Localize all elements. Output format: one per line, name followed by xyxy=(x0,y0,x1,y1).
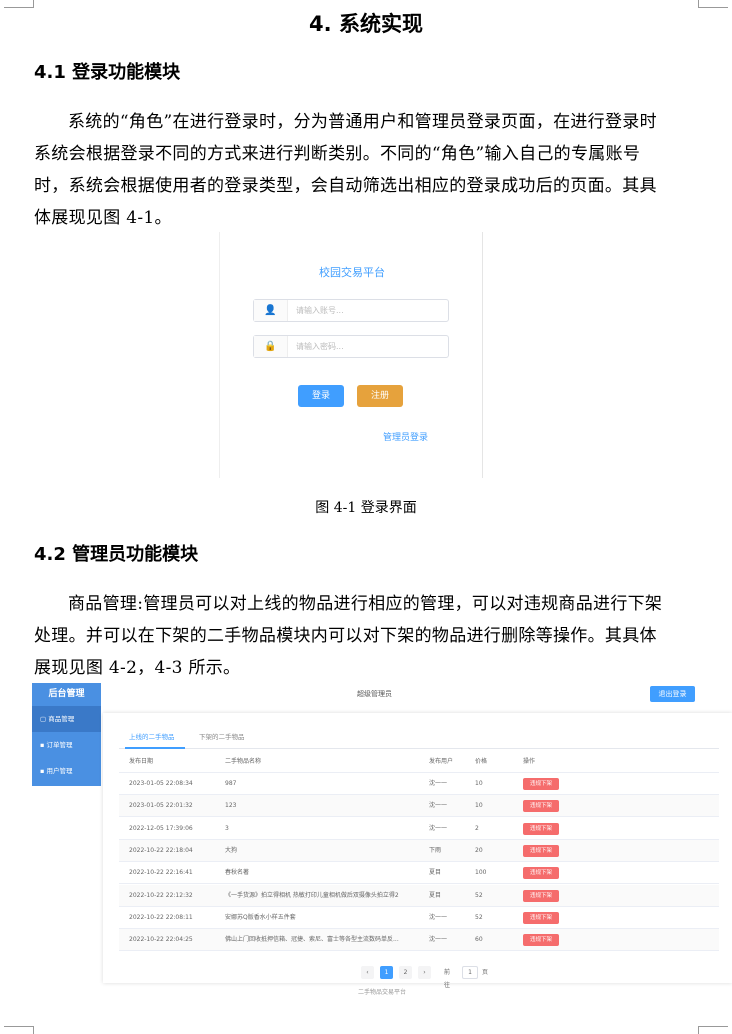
header-price: 价格 xyxy=(475,758,488,765)
takedown-button[interactable]: 违规下架 xyxy=(523,822,559,835)
goods-card: 上线的二手物品 下架的二手物品 发布日期 二手物品名称 发布用户 价格 操作 2… xyxy=(103,713,732,989)
row-price: 100 xyxy=(475,869,487,877)
tab-offline-goods[interactable]: 下架的二手物品 xyxy=(199,731,245,741)
row-user: 夏目 xyxy=(429,891,442,899)
user-icon: 👤 xyxy=(254,300,288,321)
row-name: 安娜苏Q版香水小样五件套 xyxy=(225,913,296,921)
row-name: 大狗 xyxy=(225,846,238,854)
takedown-button[interactable]: 违规下架 xyxy=(523,778,559,790)
admin-footer: 二手物品交易平台 xyxy=(357,989,406,996)
register-button[interactable]: 注册 xyxy=(357,385,403,407)
page-unit-label: 页 xyxy=(482,969,489,976)
takedown-button[interactable]: 违规下架 xyxy=(523,889,559,902)
takedown-button[interactable]: 违规下架 xyxy=(523,911,559,924)
admin-login-link[interactable]: 管理员登录 xyxy=(383,430,428,443)
sidebar-item-users[interactable]: ▪ 用户管理 xyxy=(32,758,101,784)
tab-active-indicator xyxy=(125,747,185,749)
row-name: 987 xyxy=(225,780,237,787)
table-row: 2022-12-05 17:39:06 3 沈一一 2 违规下架 xyxy=(119,818,719,840)
tab-bar: 上线的二手物品 下架的二手物品 xyxy=(119,727,719,749)
goto-page-input[interactable]: 1 xyxy=(462,966,478,979)
row-user: 沈一一 xyxy=(429,780,448,787)
row-date: 2022-10-22 22:16:41 xyxy=(129,869,193,877)
row-name: 3 xyxy=(225,824,229,832)
section-title-admin: 4.2 管理员功能模块 xyxy=(34,544,199,565)
page-corner-mark xyxy=(4,0,34,8)
takedown-button[interactable]: 违规下架 xyxy=(523,800,559,813)
page-corner-mark xyxy=(4,1026,34,1034)
row-date: 2023-01-05 22:08:34 xyxy=(129,780,193,787)
sidebar-item-label: 用户管理 xyxy=(46,767,73,775)
admin-role-title: 超级管理员 xyxy=(357,690,392,698)
row-name: 春秋名著 xyxy=(225,869,250,877)
page-2-button[interactable]: 2 xyxy=(399,966,412,979)
takedown-button[interactable]: 违规下架 xyxy=(523,844,559,857)
row-price: 20 xyxy=(475,846,483,854)
row-price: 60 xyxy=(475,936,483,944)
lock-icon: 🔒 xyxy=(254,336,288,357)
row-price: 10 xyxy=(475,780,483,787)
logout-button[interactable]: 退出登录 xyxy=(650,686,695,702)
page-corner-mark xyxy=(698,1026,728,1034)
table-row: 2023-01-05 22:01:32 123 沈一一 10 违规下架 xyxy=(119,795,719,818)
sidebar-item-label: 订单管理 xyxy=(46,741,73,749)
header-date: 发布日期 xyxy=(129,758,154,765)
table-row: 2022-10-22 22:16:41 春秋名著 夏目 100 违规下架 xyxy=(119,862,719,885)
row-date: 2022-12-05 17:39:06 xyxy=(129,824,193,832)
account-input[interactable]: 👤 请输入账号... xyxy=(253,299,449,322)
section-paragraph-admin: 商品管理:管理员可以对上线的物品进行相应的管理，可以对违规商品进行下架处理。并可… xyxy=(34,594,663,678)
takedown-button[interactable]: 违规下架 xyxy=(523,867,559,880)
row-price: 52 xyxy=(475,913,483,921)
header-action: 操作 xyxy=(523,758,536,765)
chapter-title: 4. 系统实现 xyxy=(309,12,423,36)
row-name: 佛山上门回收抵押信箱、冠捷、索尼、富士等各型主流数码单反... xyxy=(225,936,399,944)
prev-page-button[interactable]: ‹ xyxy=(361,966,374,979)
section-title-login: 4.1 登录功能模块 xyxy=(34,62,181,83)
sidebar-item-label: 商品管理 xyxy=(48,715,75,723)
row-price: 2 xyxy=(475,824,479,832)
login-figure: 校园交易平台 👤 请输入账号... 🔒 请输入密码... 登录 注册 管理员登录 xyxy=(219,232,483,478)
page-1-button[interactable]: 1 xyxy=(380,966,393,979)
table-row: 2022-10-22 22:08:11 安娜苏Q版香水小样五件套 沈一一 52 违规下架 xyxy=(119,907,719,929)
row-user: 夏目 xyxy=(429,869,442,877)
header-user: 发布用户 xyxy=(429,758,454,765)
login-button[interactable]: 登录 xyxy=(298,385,344,407)
sidebar-item-orders[interactable]: ▪ 订单管理 xyxy=(32,732,101,758)
sidebar-item-goods[interactable]: ▢ 商品管理 xyxy=(32,706,101,732)
sidebar: 后台管理 ▢ 商品管理 ▪ 订单管理 ▪ 用户管理 xyxy=(32,683,101,786)
row-date: 2022-10-22 22:12:32 xyxy=(129,891,193,899)
table-row: 2023-01-05 22:08:34 987 沈一一 10 违规下架 xyxy=(119,773,719,795)
row-price: 52 xyxy=(475,891,483,899)
admin-figure: 后台管理 ▢ 商品管理 ▪ 订单管理 ▪ 用户管理 超级管理员 退出登录 上线的… xyxy=(32,683,732,996)
table-row: 2022-10-22 22:12:32 《一手货源》拍立得相机 热敏打印儿童相机做… xyxy=(119,884,719,907)
password-input[interactable]: 🔒 请输入密码... xyxy=(253,335,449,358)
row-date: 2022-10-22 22:18:04 xyxy=(129,846,193,854)
table-row: 2022-10-22 22:18:04 大狗 下雨 20 违规下架 xyxy=(119,839,719,862)
row-date: 2023-01-05 22:01:32 xyxy=(129,802,193,810)
page-corner-mark xyxy=(698,0,728,8)
login-title: 校园交易平台 xyxy=(319,266,385,279)
row-user: 沈一一 xyxy=(429,824,448,832)
section-paragraph-login: 系统的“角色”在进行登录时，分为普通用户和管理员登录页面，在进行登录时系统会根据… xyxy=(34,112,657,228)
next-page-button[interactable]: › xyxy=(418,966,431,979)
table-header: 发布日期 二手物品名称 发布用户 价格 操作 xyxy=(119,751,719,773)
row-user: 沈一一 xyxy=(429,936,448,944)
row-user: 沈一一 xyxy=(429,913,448,921)
row-date: 2022-10-22 22:08:11 xyxy=(129,913,193,921)
row-user: 下雨 xyxy=(429,846,442,854)
takedown-button[interactable]: 违规下架 xyxy=(523,934,559,947)
row-name: 《一手货源》拍立得相机 热敏打印儿童相机做后双摄像头拍立得2 xyxy=(225,891,399,899)
figure-caption: 图 4-1 登录界面 xyxy=(315,500,417,516)
tab-online-goods[interactable]: 上线的二手物品 xyxy=(129,731,175,741)
password-placeholder: 请输入密码... xyxy=(296,342,344,351)
row-name: 123 xyxy=(225,802,237,810)
account-placeholder: 请输入账号... xyxy=(296,306,344,315)
top-bar: 超级管理员 退出登录 xyxy=(101,683,732,706)
header-name: 二手物品名称 xyxy=(225,758,262,765)
row-date: 2022-10-22 22:04:25 xyxy=(129,936,193,944)
row-user: 沈一一 xyxy=(429,802,448,810)
row-price: 10 xyxy=(475,802,483,810)
table-row: 2022-10-22 22:04:25 佛山上门回收抵押信箱、冠捷、索尼、富士等各… xyxy=(119,929,719,952)
sidebar-title: 后台管理 xyxy=(32,683,101,706)
